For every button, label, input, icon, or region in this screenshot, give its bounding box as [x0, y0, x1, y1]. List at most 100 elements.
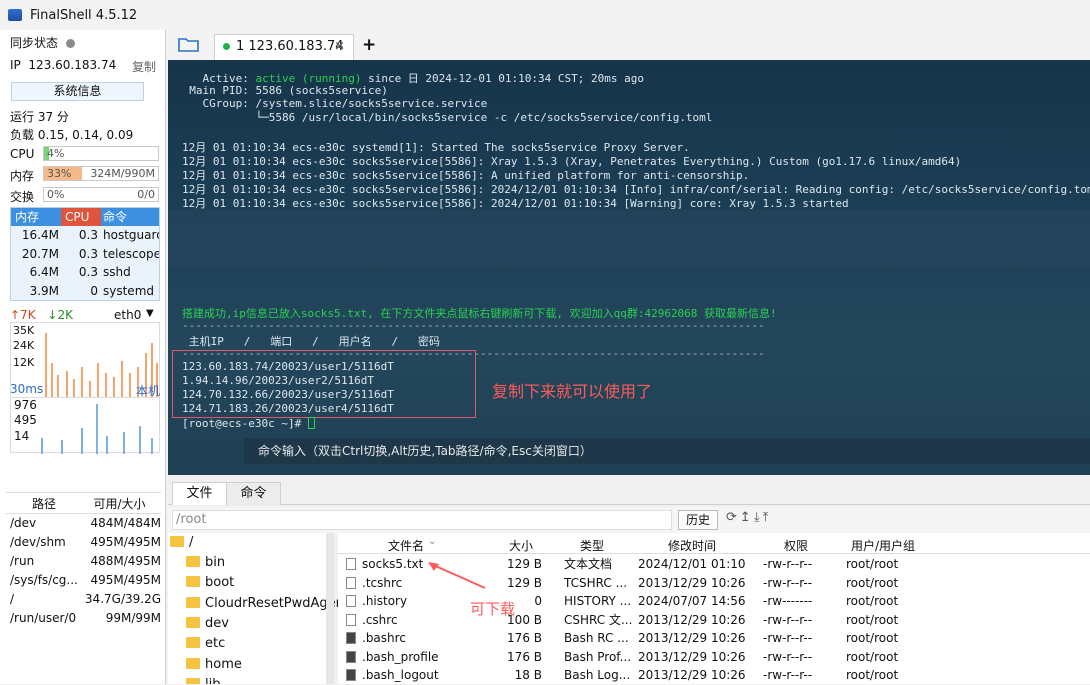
net-up: ↑7K	[10, 308, 36, 322]
path-input[interactable]: /root	[172, 510, 672, 530]
open-folder-icon[interactable]	[178, 36, 200, 53]
file-perm: -rw-r--r--	[763, 631, 813, 645]
close-tab-icon[interactable]: ×	[334, 35, 345, 59]
file-type: 文本文档	[564, 557, 613, 571]
file-type: HISTORY ...	[564, 594, 632, 608]
session-tab[interactable]: 1 123.60.183.74 ×	[214, 34, 354, 60]
network-header: ↑7K ↓2K eth0 ▼	[10, 308, 160, 322]
file-list: 文件名 ⌄ 大小 类型 修改时间 权限 用户/用户组 socks5.txt 129…	[338, 533, 1090, 684]
connected-dot-icon	[223, 43, 230, 50]
session-tab-bar: 1 123.60.183.74 × +	[166, 30, 1090, 60]
proc-mem: 16.4M	[21, 228, 59, 242]
process-row[interactable]: 6.4M 0.3 sshd	[11, 263, 159, 282]
command-input-bar[interactable]: 命令输入（双击Ctrl切换,Alt历史,Tab路径/命令,Esc关闭窗口）	[244, 438, 1090, 464]
tree-node[interactable]: etc	[186, 636, 225, 651]
process-row[interactable]: 3.9M 0 systemd	[11, 282, 159, 301]
tree-node[interactable]: bin	[186, 555, 225, 570]
file-size: 129 B	[507, 557, 542, 571]
file-name: .tcshrc	[362, 575, 403, 590]
disk-size: 34.7G/39.2G	[84, 592, 161, 606]
tree-node[interactable]: CloudrResetPwdAgent	[186, 596, 349, 611]
add-tab-button[interactable]: +	[362, 35, 376, 55]
session-tab-label: 1 123.60.183.74	[236, 39, 344, 54]
terminal-line: └─5586 /usr/local/bin/socks5service -c /…	[176, 111, 713, 124]
col-type[interactable]: 类型	[580, 537, 604, 554]
sysinfo-button[interactable]: 系统信息	[11, 82, 144, 101]
folder-icon	[186, 556, 200, 567]
copy-ip-link[interactable]: 复制	[132, 58, 156, 75]
file-owner: root/root	[846, 649, 899, 664]
chevron-down-icon[interactable]: ▼	[146, 308, 154, 319]
col-owner[interactable]: 用户/用户组	[851, 537, 915, 554]
process-row[interactable]: 20.7M 0.3 telescope	[11, 245, 159, 264]
file-icon	[346, 632, 356, 644]
disk-row[interactable]: / 34.7G/39.2G	[6, 590, 161, 609]
swap-detail: 0/0	[137, 188, 155, 201]
tab-files[interactable]: 文件	[172, 482, 227, 505]
file-row[interactable]: .cshrc 100 B CSHRC 文... 2013/12/29 10:26 -rw…	[338, 611, 1090, 630]
net-interface[interactable]: eth0	[114, 308, 141, 322]
divider-line: ----------------------------------------…	[182, 319, 765, 332]
file-icon	[346, 613, 356, 626]
file-mtime: 2013/12/29 10:26	[638, 612, 746, 627]
tab-commands[interactable]: 命令	[226, 482, 281, 505]
up-dir-icon[interactable]: ↥	[740, 510, 754, 525]
file-name: .cshrc	[362, 612, 398, 627]
disk-path: /run	[10, 554, 35, 568]
col-cpu[interactable]: CPU	[61, 208, 101, 226]
disk-row[interactable]: /dev 484M/484M	[6, 514, 161, 533]
disk-row[interactable]: /run 488M/495M	[6, 552, 161, 571]
refresh-icon[interactable]: ⟳	[726, 510, 740, 525]
disk-row[interactable]: /sys/fs/cg... 495M/495M	[6, 571, 161, 590]
disk-path: /dev/shm	[10, 535, 66, 549]
file-row[interactable]: .history 0 HISTORY ... 2024/07/07 14:56 -rw-…	[338, 592, 1090, 611]
col-size[interactable]: 大小	[509, 537, 533, 554]
col-perm[interactable]: 权限	[784, 537, 808, 554]
tree-node[interactable]: home	[186, 657, 242, 672]
proc-cpu: 0.3	[78, 228, 98, 242]
file-owner: root/root	[846, 631, 899, 645]
cpu-meter: 4%	[43, 146, 159, 161]
file-mtime: 2013/12/29 10:26	[638, 649, 746, 664]
proc-mem: 3.9M	[29, 283, 59, 298]
tree-node[interactable]: boot	[186, 575, 234, 590]
tree-node[interactable]: dev	[186, 616, 229, 631]
load: 负载 0.15, 0.14, 0.09	[10, 128, 134, 142]
col-path[interactable]: 路径	[6, 493, 78, 513]
col-size[interactable]: 可用/大小	[78, 493, 161, 513]
file-mtime: 2013/12/29 10:26	[638, 575, 746, 590]
mem-meter: 33% 324M/990M	[43, 166, 159, 181]
download-icon[interactable]: ⤓	[754, 510, 763, 525]
file-type: TCSHRC ...	[564, 575, 628, 590]
tree-node[interactable]: lib	[186, 677, 220, 684]
ip-value: 123.60.183.74	[28, 58, 117, 72]
file-row[interactable]: .bash_profile 176 B Bash Prof... 2013/12/29…	[338, 648, 1090, 667]
col-mem[interactable]: 内存	[11, 208, 61, 226]
file-row[interactable]: .bash_logout 18 B Bash Log... 2013/12/29 10…	[338, 666, 1090, 685]
file-toolbar: ⟳↥⤓⤒	[726, 510, 771, 525]
latency-bars	[41, 404, 153, 454]
process-row[interactable]: 16.4M 0.3 hostguard	[11, 226, 159, 245]
file-owner: root/root	[846, 594, 899, 608]
file-row[interactable]: .bashrc 176 B Bash RC ... 2013/12/29 10:26 -…	[338, 629, 1090, 648]
upload-icon[interactable]: ⤒	[763, 510, 772, 525]
folder-icon	[186, 637, 200, 648]
tree-node[interactable]: /	[170, 535, 193, 550]
disk-row[interactable]: /dev/shm 495M/495M	[6, 533, 161, 552]
tree-scrollbar[interactable]	[326, 533, 334, 684]
file-perm: -rw-------	[763, 594, 813, 608]
disk-row[interactable]: /run/user/0 99M/99M	[6, 609, 161, 628]
history-button[interactable]: 历史	[678, 510, 718, 530]
file-type: Bash Prof...	[564, 649, 632, 664]
sidebar: 同步状态 IP 123.60.183.74 复制 系统信息 运行 37 分 负载…	[0, 30, 166, 684]
swap-meter: 0% 0/0	[43, 187, 159, 202]
proc-cmd: hostguard	[103, 228, 159, 242]
disk-size: 495M/495M	[90, 535, 161, 549]
disk-path: /dev	[10, 516, 37, 530]
proc-cmd: telescope	[103, 246, 159, 261]
folder-icon	[170, 536, 184, 547]
col-mtime[interactable]: 修改时间	[668, 537, 716, 554]
terminal[interactable]: Active: active (running) since 日 2024-12…	[168, 60, 1090, 475]
col-cmd[interactable]: 命令	[101, 208, 159, 226]
col-filename[interactable]: 文件名	[388, 537, 424, 554]
